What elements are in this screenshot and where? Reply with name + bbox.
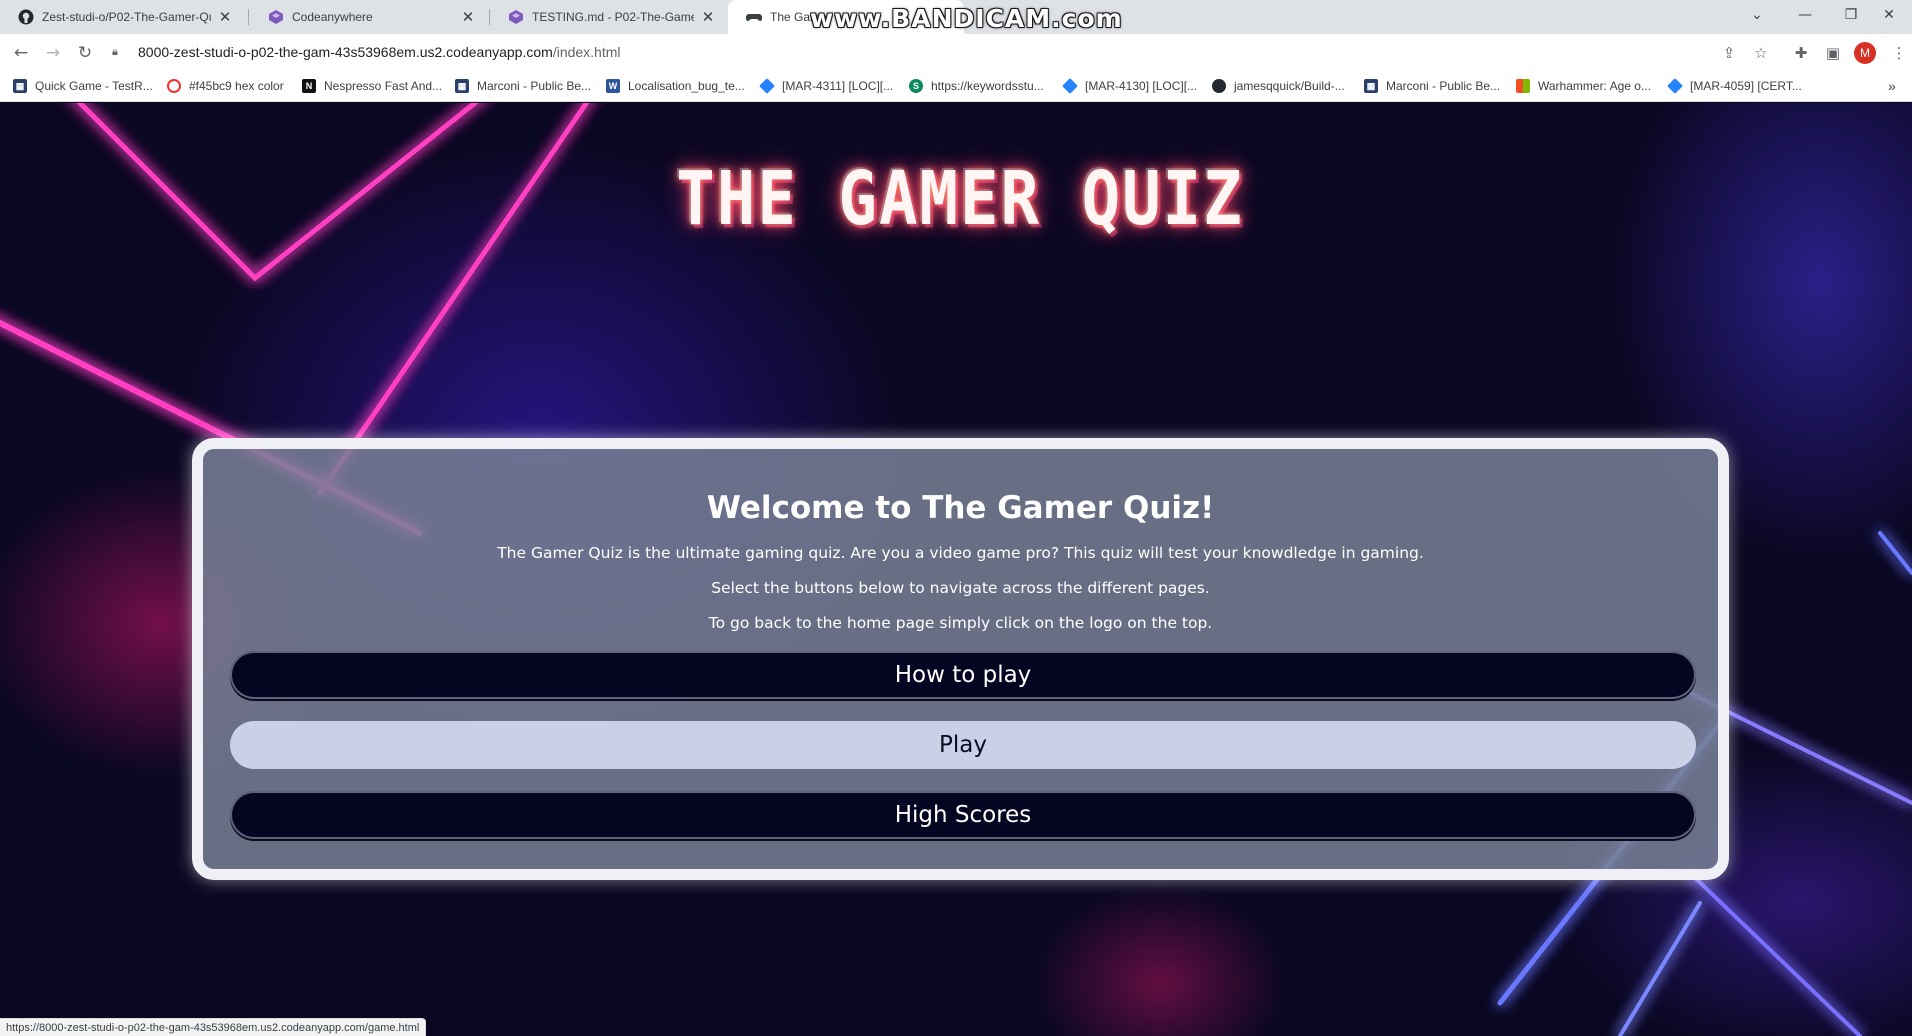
bookmark-star-icon[interactable]: ☆ bbox=[1750, 42, 1772, 64]
microsoft-icon bbox=[1516, 79, 1530, 93]
bookmark-label: Quick Game - TestR... bbox=[35, 79, 153, 93]
side-panel-icon[interactable]: ▣ bbox=[1822, 42, 1844, 64]
extensions-puzzle-icon[interactable]: ✚ bbox=[1790, 42, 1812, 64]
bookmark-label: [MAR-4059] [CERT... bbox=[1690, 79, 1802, 93]
bookmarks-bar: ▦ Quick Game - TestR... #f45bc9 hex color… bbox=[0, 70, 1912, 102]
profile-avatar[interactable]: M bbox=[1854, 42, 1876, 64]
bookmark-item[interactable]: ▦ Marconi - Public Be... bbox=[455, 77, 591, 95]
bookmark-item[interactable]: N Nespresso Fast And... bbox=[302, 77, 442, 95]
bookmark-label: #f45bc9 hex color bbox=[189, 79, 284, 93]
intro-line: To go back to the home page simply click… bbox=[708, 614, 1213, 632]
word-doc-icon: W bbox=[606, 79, 620, 93]
bookmark-label: Nespresso Fast And... bbox=[324, 79, 443, 93]
bookmark-label: Warhammer: Age o... bbox=[1538, 79, 1651, 93]
bookmark-label: [MAR-4130] [LOC][... bbox=[1085, 79, 1198, 93]
bookmark-item[interactable]: jamesqquick/Build-... bbox=[1212, 77, 1345, 95]
bookmark-item[interactable]: [MAR-4311] [LOC][... bbox=[759, 77, 894, 95]
close-icon[interactable]: ✕ bbox=[700, 8, 716, 26]
share-icon[interactable]: ⇪ bbox=[1718, 42, 1740, 64]
more-bookmarks-chevron-icon[interactable]: » bbox=[1888, 77, 1896, 95]
github-icon bbox=[18, 9, 34, 25]
welcome-card: Welcome to The Gamer Quiz! The Gamer Qui… bbox=[192, 438, 1729, 880]
close-window-icon[interactable]: ✕ bbox=[1866, 0, 1912, 30]
page-viewport: THE GAMER QUIZ Welcome to The Gamer Quiz… bbox=[0, 103, 1912, 1036]
tab-separator bbox=[248, 9, 249, 25]
bookmark-label: [MAR-4311] [LOC][... bbox=[782, 79, 894, 93]
lock-icon: 🔒︎ bbox=[112, 45, 118, 58]
close-icon[interactable]: ✕ bbox=[460, 8, 476, 26]
play-button[interactable]: Play bbox=[230, 721, 1696, 769]
tab-search-icon[interactable]: ⌄ bbox=[1736, 0, 1778, 30]
sheet-icon: ▦ bbox=[1364, 79, 1378, 93]
codeanywhere-icon bbox=[268, 9, 284, 25]
color-hex-icon bbox=[167, 79, 181, 93]
intro-line: Select the buttons below to navigate acr… bbox=[711, 579, 1210, 597]
bookmark-item[interactable]: ▦ Marconi - Public Be... bbox=[1364, 77, 1500, 95]
tab-codeanywhere[interactable]: Codeanywhere ✕ bbox=[250, 0, 486, 34]
url-path: /index.html bbox=[552, 44, 621, 60]
forward-arrow-icon[interactable]: → bbox=[40, 40, 66, 66]
tab-testing-md[interactable]: TESTING.md - P02-The-Gamer-Q ✕ bbox=[490, 0, 726, 34]
tab-title: Zest-studi-o/P02-The-Gamer-Qu bbox=[42, 10, 211, 24]
bookmark-item[interactable]: [MAR-4130] [LOC][... bbox=[1062, 77, 1198, 95]
sheet-icon: ▦ bbox=[13, 79, 27, 93]
nespresso-icon: N bbox=[302, 79, 316, 93]
codeanywhere-icon bbox=[508, 9, 524, 25]
tab-github[interactable]: Zest-studi-o/P02-The-Gamer-Qu ✕ bbox=[0, 0, 243, 34]
browser-toolbar: ← → ↻ 🔒︎ 8000-zest-studi-o-p02-the-gam-4… bbox=[0, 34, 1912, 70]
address-bar[interactable]: 🔒︎ 8000-zest-studi-o-p02-the-gam-43s5396… bbox=[112, 37, 1752, 67]
reload-icon[interactable]: ↻ bbox=[72, 40, 98, 66]
status-bar-link-preview: https://8000-zest-studi-o-p02-the-gam-43… bbox=[0, 1018, 427, 1036]
gamepad-icon bbox=[746, 9, 762, 25]
bookmark-label: jamesqquick/Build-... bbox=[1234, 79, 1345, 93]
intro-line: The Gamer Quiz is the ultimate gaming qu… bbox=[497, 544, 1424, 562]
welcome-title: Welcome to The Gamer Quiz! bbox=[706, 490, 1215, 526]
bookmark-item[interactable]: W Localisation_bug_te... bbox=[606, 77, 745, 95]
github-icon bbox=[1212, 79, 1226, 93]
bookmark-item[interactable]: ▦ Quick Game - TestR... bbox=[13, 77, 153, 95]
bookmark-item[interactable]: Shttps://keywordsstu... bbox=[909, 77, 1044, 95]
recorder-watermark: www.BANDICAM.com bbox=[810, 4, 1123, 33]
sharepoint-icon: S bbox=[909, 79, 923, 93]
bookmark-label: https://keywordsstu... bbox=[931, 79, 1044, 93]
close-icon[interactable]: ✕ bbox=[217, 8, 233, 26]
tab-strip: Zest-studi-o/P02-The-Gamer-Qu ✕ Codeanyw… bbox=[0, 0, 1912, 34]
bookmark-label: Marconi - Public Be... bbox=[1386, 79, 1501, 93]
bookmark-label: Localisation_bug_te... bbox=[628, 79, 745, 93]
how-to-play-button[interactable]: How to play bbox=[230, 651, 1696, 699]
tab-title: Codeanywhere bbox=[292, 10, 373, 24]
site-logo[interactable]: THE GAMER QUIZ bbox=[560, 157, 1360, 242]
tab-title: TESTING.md - P02-The-Gamer-Q bbox=[532, 10, 694, 24]
jira-icon bbox=[1667, 78, 1683, 94]
minimize-icon[interactable]: — bbox=[1782, 0, 1828, 30]
bookmark-item[interactable]: #f45bc9 hex color bbox=[167, 77, 284, 95]
bookmark-item[interactable]: [MAR-4059] [CERT... bbox=[1667, 77, 1802, 95]
jira-icon bbox=[1062, 78, 1078, 94]
back-arrow-icon[interactable]: ← bbox=[8, 40, 34, 66]
high-scores-button[interactable]: High Scores bbox=[230, 791, 1696, 839]
bookmark-label: Marconi - Public Be... bbox=[477, 79, 592, 93]
menu-kebab-icon[interactable]: ⋮ bbox=[1888, 42, 1910, 64]
bookmark-item[interactable]: Warhammer: Age o... bbox=[1516, 77, 1651, 95]
jira-icon bbox=[759, 78, 775, 94]
sheet-icon: ▦ bbox=[455, 79, 469, 93]
url-host: 8000-zest-studi-o-p02-the-gam-43s53968em… bbox=[138, 44, 553, 60]
